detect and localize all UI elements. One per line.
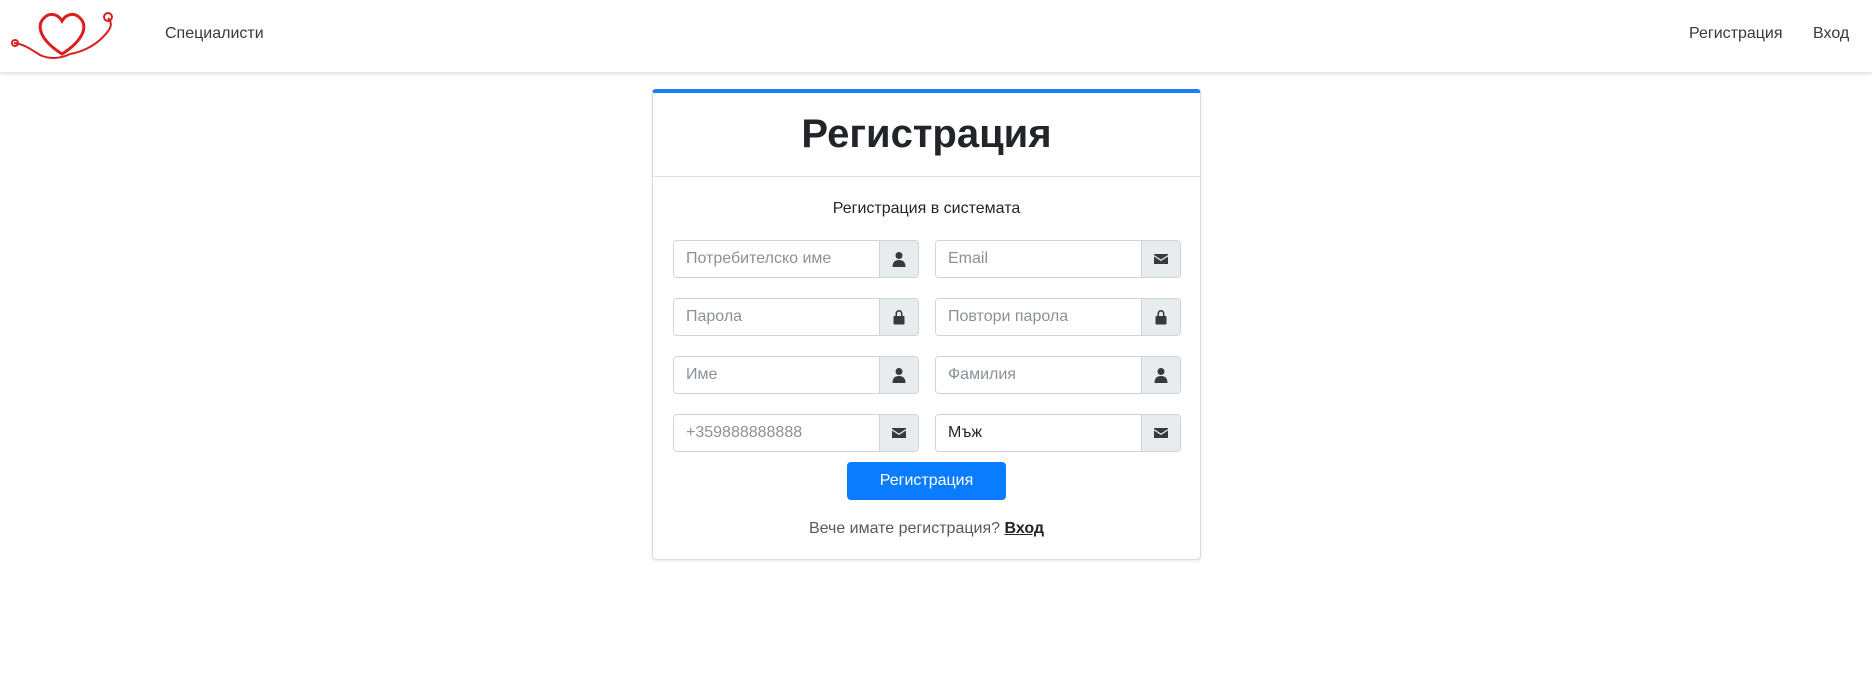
email-field-group bbox=[935, 240, 1181, 278]
login-prompt: Вече имате регистрация? Вход bbox=[653, 520, 1200, 538]
nav-login-link[interactable]: Вход bbox=[1813, 25, 1849, 43]
repeat-password-field-group bbox=[935, 298, 1181, 336]
lock-icon bbox=[1141, 299, 1180, 335]
username-field-group bbox=[673, 240, 919, 278]
gender-input[interactable] bbox=[936, 415, 1141, 451]
first-name-field-group bbox=[673, 356, 919, 394]
phone-field-group bbox=[673, 414, 919, 452]
password-field-group bbox=[673, 298, 919, 336]
nav-register-link[interactable]: Регистрация bbox=[1689, 25, 1783, 43]
card-header: Регистрация bbox=[653, 93, 1200, 177]
email-input[interactable] bbox=[936, 241, 1141, 277]
user-icon bbox=[1141, 357, 1180, 393]
page-title: Регистрация bbox=[801, 112, 1052, 156]
lock-icon bbox=[879, 299, 918, 335]
first-name-input[interactable] bbox=[674, 357, 879, 393]
heart-stethoscope-logo[interactable] bbox=[10, 10, 122, 60]
envelope-icon bbox=[879, 415, 918, 451]
last-name-input[interactable] bbox=[936, 357, 1141, 393]
nav-specialists-link[interactable]: Специалисти bbox=[165, 25, 264, 43]
register-button[interactable]: Регистрация bbox=[847, 462, 1006, 500]
form-subtitle: Регистрация в системата bbox=[832, 200, 1021, 217]
envelope-icon bbox=[1141, 241, 1180, 277]
envelope-icon bbox=[1141, 415, 1180, 451]
user-icon bbox=[879, 357, 918, 393]
repeat-password-input[interactable] bbox=[936, 299, 1141, 335]
navbar: Специалисти Регистрация Вход bbox=[0, 0, 1872, 73]
gender-field-group bbox=[935, 414, 1181, 452]
username-input[interactable] bbox=[674, 241, 879, 277]
registration-card: Регистрация Регистрация в системата Потр… bbox=[652, 89, 1201, 560]
login-prompt-text: Вече имате регистрация? bbox=[808, 520, 1001, 537]
password-input[interactable] bbox=[674, 299, 879, 335]
login-link[interactable]: Вход bbox=[1004, 520, 1044, 537]
user-icon bbox=[879, 241, 918, 277]
last-name-field-group bbox=[935, 356, 1181, 394]
phone-input[interactable] bbox=[674, 415, 879, 451]
